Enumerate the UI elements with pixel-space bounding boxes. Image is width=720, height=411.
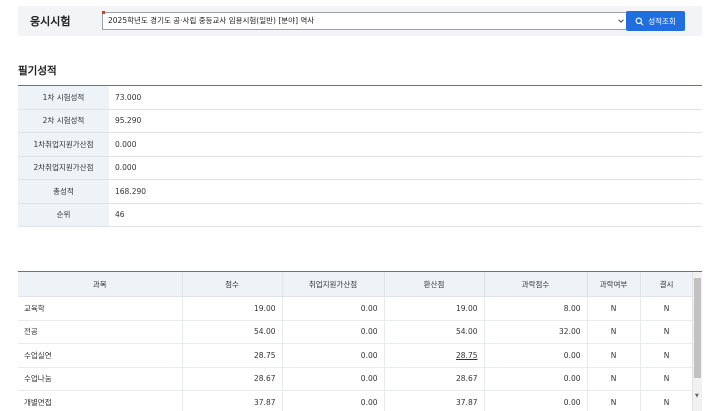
cutoff-cell: 0.00 <box>484 391 587 411</box>
subject-cell: 교육학 <box>18 297 182 321</box>
score-row: 순위 46 <box>18 204 702 228</box>
absent-flag-cell: N <box>640 367 693 391</box>
cutoff-cell: 0.00 <box>484 344 587 368</box>
table-scrollbar[interactable]: ▼ <box>692 272 702 411</box>
column-header[interactable]: 과목 <box>18 272 182 297</box>
absent-flag-cell: N <box>640 320 693 344</box>
score-label: 총성적 <box>18 180 109 203</box>
score-value: 0.000 <box>109 163 136 172</box>
fail-flag-cell: N <box>587 320 640 344</box>
absent-flag-cell: N <box>640 391 693 411</box>
fail-flag-cell: N <box>587 367 640 391</box>
cutoff-cell: 32.00 <box>484 320 587 344</box>
converted-cell: 28.67 <box>384 367 484 391</box>
fail-flag-cell: N <box>587 344 640 368</box>
cutoff-cell: 0.00 <box>484 367 587 391</box>
subject-cell: 수업나눔 <box>18 367 182 391</box>
score-cell: 19.00 <box>182 297 282 321</box>
table-row[interactable]: 수업나눔 28.67 0.00 28.67 0.00 N N <box>18 367 693 391</box>
subject-cell: 전공 <box>18 320 182 344</box>
exam-select-value: 2025학년도 경기도 공·사립 중등교사 임용시험(일반) [분야] 역사 <box>108 16 314 25</box>
scroll-down-icon[interactable]: ▼ <box>695 393 699 399</box>
bonus-cell: 0.00 <box>282 344 384 368</box>
search-scores-label: 성적조회 <box>648 16 676 27</box>
score-label: 2차 시험성적 <box>18 110 109 133</box>
table-row[interactable]: 수업실연 28.75 0.00 28.75 0.00 N N <box>18 344 693 368</box>
score-cell: 28.75 <box>182 344 282 368</box>
score-cell: 37.87 <box>182 391 282 411</box>
scrollbar-thumb[interactable] <box>694 278 701 378</box>
exam-label: 응시시험 <box>30 13 88 29</box>
bonus-cell: 0.00 <box>282 367 384 391</box>
score-value: 0.000 <box>109 140 136 149</box>
chevron-down-icon <box>617 17 625 25</box>
score-row: 2차취업지원가산점 0.000 <box>18 157 702 181</box>
bonus-cell: 0.00 <box>282 297 384 321</box>
converted-cell: 19.00 <box>384 297 484 321</box>
absent-flag-cell: N <box>640 344 693 368</box>
bonus-cell: 0.00 <box>282 391 384 411</box>
score-label: 1차취업지원가산점 <box>18 133 109 156</box>
score-row: 1차 시험성적 73.000 <box>18 86 702 110</box>
subject-cell: 수업실연 <box>18 344 182 368</box>
section-title: 필기성적 <box>18 63 57 78</box>
score-row: 1차취업지원가산점 0.000 <box>18 133 702 157</box>
subject-score-table: 과목 점수 취업지원가산점 환산점 과락점수 과락여부 결시 교육학 19.00… <box>18 272 694 411</box>
score-label: 1차 시험성적 <box>18 86 109 109</box>
score-cell: 28.67 <box>182 367 282 391</box>
subject-score-grid: 과목 점수 취업지원가산점 환산점 과락점수 과락여부 결시 교육학 19.00… <box>18 271 702 411</box>
column-header[interactable]: 과락점수 <box>484 272 587 297</box>
converted-cell: 37.87 <box>384 391 484 411</box>
bonus-cell: 0.00 <box>282 320 384 344</box>
search-icon <box>635 17 644 26</box>
table-row[interactable]: 개별면접 37.87 0.00 37.87 0.00 N N <box>18 391 693 411</box>
column-header[interactable]: 점수 <box>182 272 282 297</box>
score-value: 73.000 <box>109 93 141 102</box>
table-row[interactable]: 전공 54.00 0.00 54.00 32.00 N N <box>18 320 693 344</box>
cutoff-cell: 8.00 <box>484 297 587 321</box>
search-scores-button[interactable]: 성적조회 <box>626 11 685 31</box>
score-value: 95.290 <box>109 116 141 125</box>
column-header[interactable]: 결시 <box>640 272 693 297</box>
exam-select[interactable]: 2025학년도 경기도 공·사립 중등교사 임용시험(일반) [분야] 역사 <box>102 12 630 30</box>
exam-select-bar: 응시시험 2025학년도 경기도 공·사립 중등교사 임용시험(일반) [분야]… <box>18 6 702 36</box>
table-header-row: 과목 점수 취업지원가산점 환산점 과락점수 과락여부 결시 <box>18 272 693 297</box>
absent-flag-cell: N <box>640 297 693 321</box>
score-value: 168.290 <box>109 187 146 196</box>
converted-cell: 54.00 <box>384 320 484 344</box>
subject-cell: 개별면접 <box>18 391 182 411</box>
score-row: 2차 시험성적 95.290 <box>18 110 702 134</box>
fail-flag-cell: N <box>587 391 640 411</box>
fail-flag-cell: N <box>587 297 640 321</box>
table-row[interactable]: 교육학 19.00 0.00 19.00 8.00 N N <box>18 297 693 321</box>
score-label: 순위 <box>18 204 109 227</box>
converted-score-link[interactable]: 28.75 <box>384 344 484 368</box>
score-row: 총성적 168.290 <box>18 180 702 204</box>
column-header[interactable]: 과락여부 <box>587 272 640 297</box>
required-marker <box>102 11 105 14</box>
score-label: 2차취업지원가산점 <box>18 157 109 180</box>
written-score-table: 1차 시험성적 73.000 2차 시험성적 95.290 1차취업지원가산점 … <box>18 85 702 227</box>
column-header[interactable]: 환산점 <box>384 272 484 297</box>
score-value: 46 <box>109 210 125 219</box>
column-header[interactable]: 취업지원가산점 <box>282 272 384 297</box>
score-cell: 54.00 <box>182 320 282 344</box>
